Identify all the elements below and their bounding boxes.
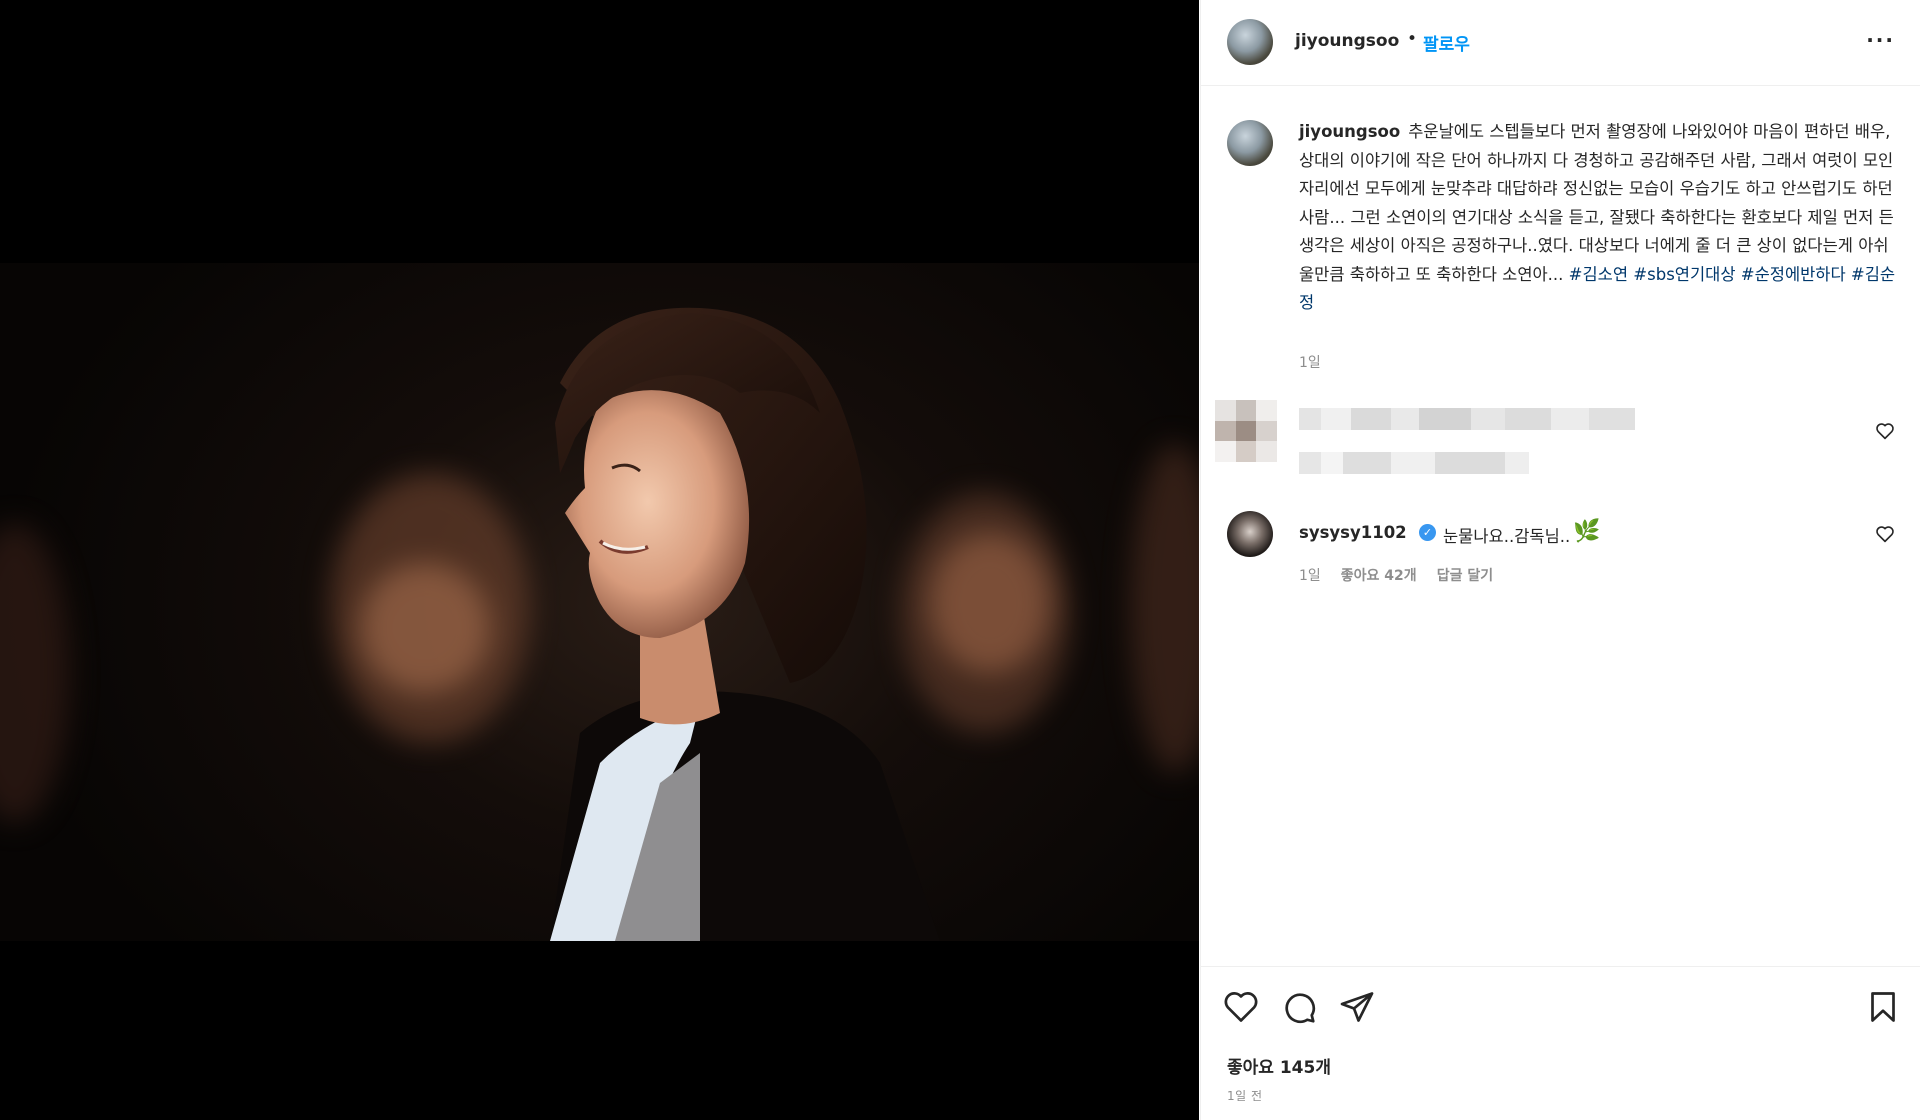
comment-icon[interactable] xyxy=(1281,989,1317,1025)
hashtag-link[interactable]: #순정에반하다 xyxy=(1741,265,1846,284)
comment-likes-count[interactable]: 좋아요 42개 xyxy=(1341,565,1417,585)
paper-plane-icon[interactable] xyxy=(1339,989,1375,1025)
caption-text: 추운날에도 스텝들보다 먼저 촬영장에 나와있어야 마음이 편하던 배우, 상대… xyxy=(1299,122,1894,284)
caption-username[interactable]: jiyoungsoo xyxy=(1299,122,1400,141)
commenter-username[interactable]: sysysy1102 xyxy=(1299,523,1407,542)
reply-button[interactable]: 답글 달기 xyxy=(1437,565,1493,585)
caption-text-block: jiyoungsoo 추운날에도 스텝들보다 먼저 촬영장에 나와있어야 마음이 … xyxy=(1299,118,1897,318)
post-actions-bar: 좋아요 145개 1일 전 xyxy=(1201,966,1920,1116)
post-media[interactable] xyxy=(0,0,1199,1120)
blurred-meta xyxy=(1299,452,1529,474)
follow-button[interactable]: 팔로우 xyxy=(1423,30,1470,55)
separator-dot: • xyxy=(1407,29,1418,49)
blurred-comment xyxy=(1201,396,1920,476)
more-icon[interactable]: ··· xyxy=(1866,28,1895,52)
heart-icon[interactable] xyxy=(1223,989,1259,1025)
hashtag-link[interactable]: #sbs연기대상 xyxy=(1633,265,1735,284)
post-side-panel: jiyoungsoo • 팔로우 ··· jiyoungsoo 추운날에도 스텝들… xyxy=(1200,0,1920,1120)
post-date[interactable]: 1일 전 xyxy=(1227,1087,1263,1104)
comment-like-heart-icon[interactable] xyxy=(1875,422,1895,440)
post-photo xyxy=(0,263,1199,941)
blurred-username xyxy=(1299,408,1635,430)
commenter-avatar[interactable] xyxy=(1227,511,1273,557)
comment-item: sysysy1102 ✓ 눈물나요..감독님.. 🌿 1일 좋아요 42개 답글… xyxy=(1201,511,1920,584)
comment-emoji: 🌿 xyxy=(1573,519,1601,544)
author-username[interactable]: jiyoungsoo xyxy=(1295,31,1399,51)
caption-author-avatar[interactable] xyxy=(1227,120,1273,166)
comment-text: 눈물나요..감독님.. xyxy=(1443,527,1571,546)
comment-timestamp[interactable]: 1일 xyxy=(1299,565,1321,585)
comment-meta: 1일 좋아요 42개 답글 달기 xyxy=(1299,565,1493,585)
caption-timestamp[interactable]: 1일 xyxy=(1299,352,1321,372)
comment-like-heart-icon[interactable] xyxy=(1875,525,1895,543)
subject-figure xyxy=(550,307,940,941)
author-avatar[interactable] xyxy=(1227,19,1273,65)
blurred-avatar xyxy=(1215,400,1277,462)
post-header: jiyoungsoo • 팔로우 ··· xyxy=(1201,0,1920,86)
hashtag-link[interactable]: #김소연 xyxy=(1569,265,1628,284)
verified-badge-icon: ✓ xyxy=(1419,524,1436,541)
post-likes-count[interactable]: 좋아요 145개 xyxy=(1227,1053,1331,1078)
bookmark-icon[interactable] xyxy=(1865,989,1901,1025)
